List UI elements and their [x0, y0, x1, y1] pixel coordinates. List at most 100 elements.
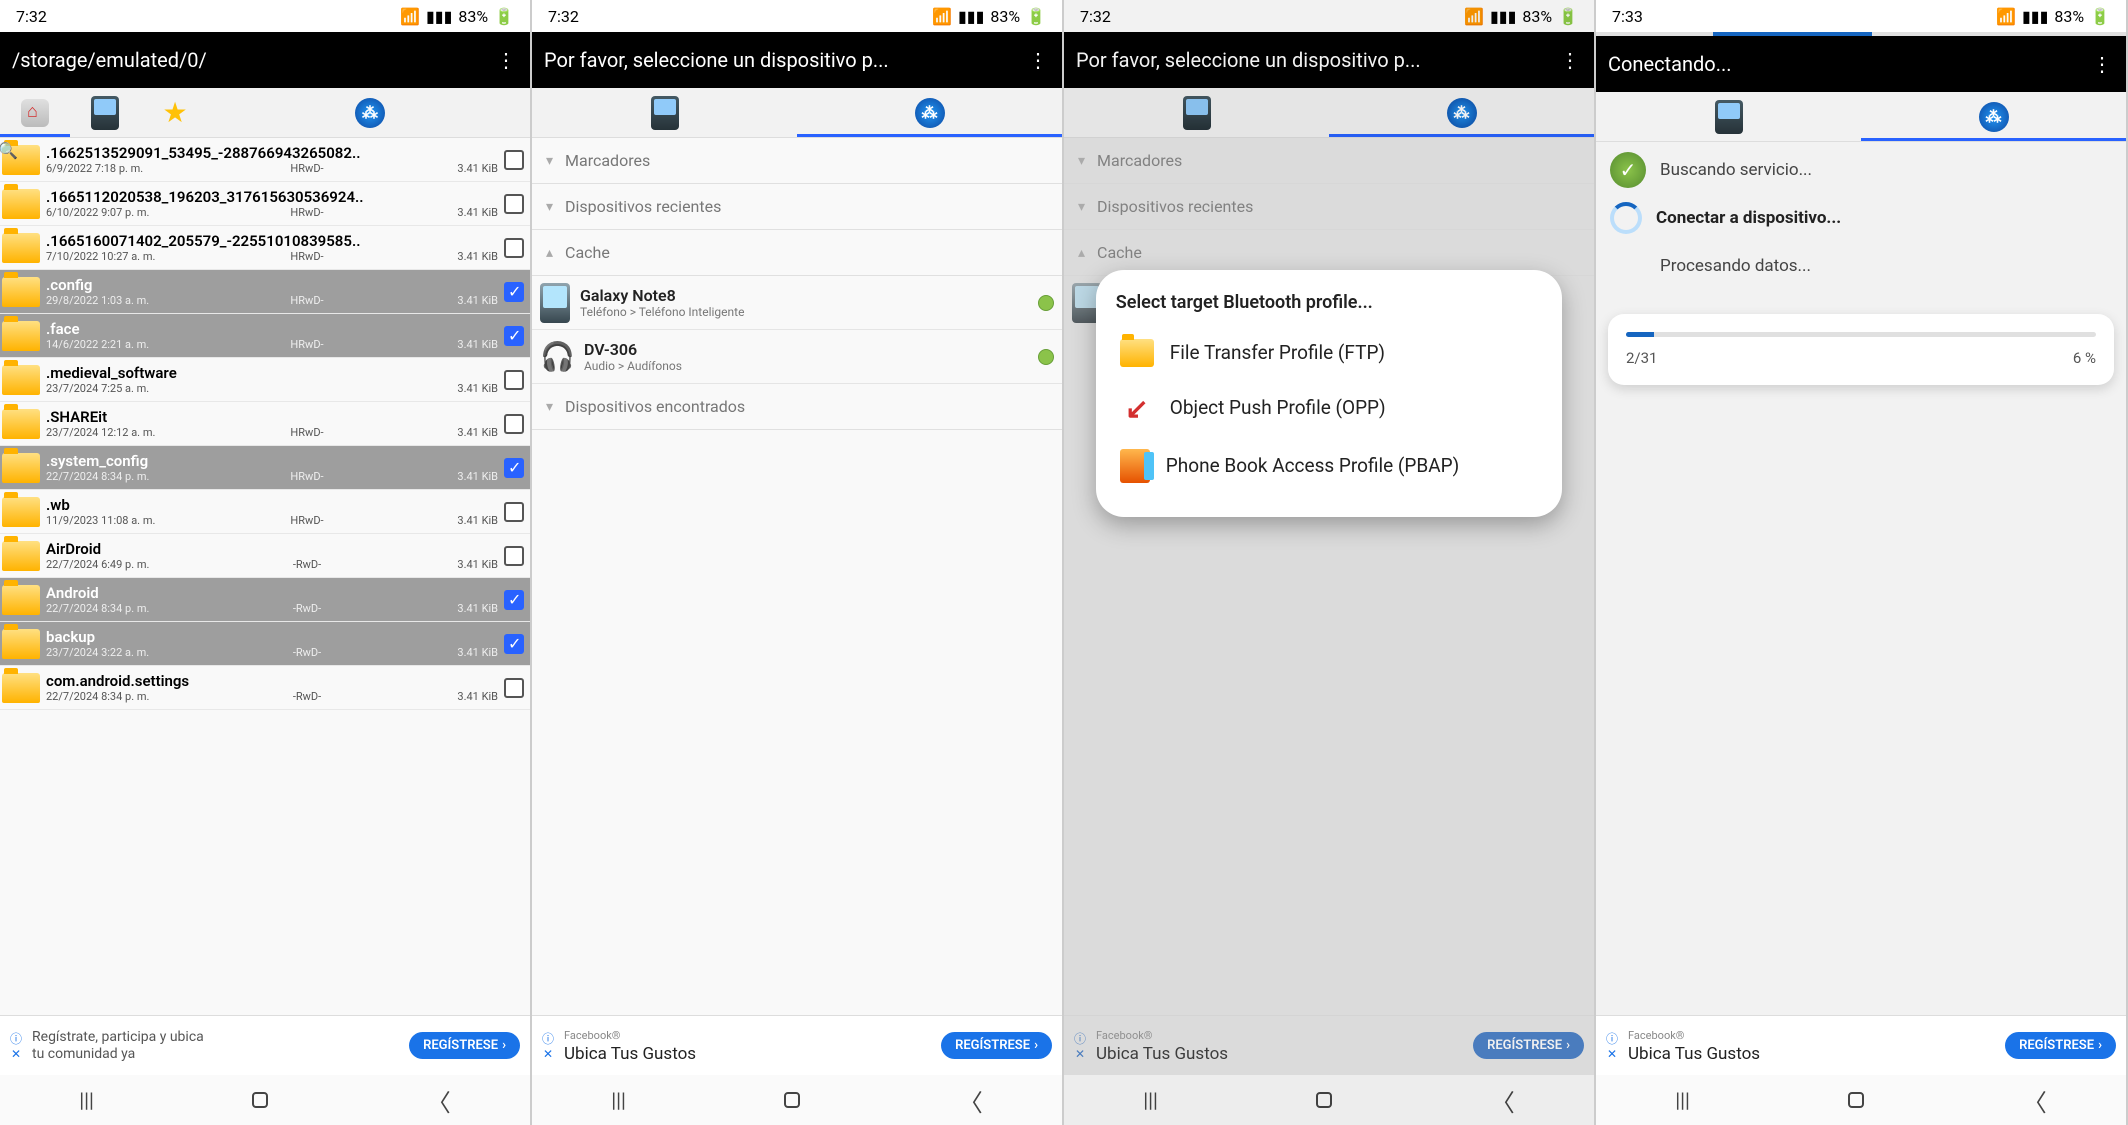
file-size: 3.41 KiB: [428, 250, 498, 263]
file-size: 3.41 KiB: [428, 426, 498, 439]
folder-icon: [2, 629, 40, 659]
file-row[interactable]: .1662513529091_53495_-288766943265082..6…: [0, 138, 530, 182]
ad-info-icon[interactable]: ⓘ✕: [10, 1030, 22, 1061]
tab-home[interactable]: [0, 88, 70, 137]
nav-recents[interactable]: |||: [1675, 1088, 1690, 1112]
ad-cta-button[interactable]: REGÍSTRESE ›: [941, 1032, 1052, 1059]
status-time: 7:32: [16, 7, 47, 26]
file-date: 23/7/2024 12:12 a. m.: [46, 426, 186, 439]
ad-cta-button[interactable]: REGÍSTRESE ›: [2005, 1032, 2116, 1059]
nav-home[interactable]: [784, 1092, 800, 1108]
file-checkbox[interactable]: [504, 370, 524, 390]
tab-bluetooth[interactable]: ⁂: [797, 88, 1062, 137]
title-bar: Conectando... ⋮: [1596, 36, 2126, 92]
file-row[interactable]: AirDroid22/7/2024 6:49 p. m.-RwD-3.41 Ki…: [0, 534, 530, 578]
file-perm: -RwD-: [186, 690, 428, 703]
ad-cta-button[interactable]: REGÍSTRESE ›: [409, 1032, 520, 1059]
file-row[interactable]: .SHAREit23/7/2024 12:12 a. m.HRwD-3.41 K…: [0, 402, 530, 446]
signal-icon: ▮▮▮: [2022, 7, 2048, 26]
file-size: 3.41 KiB: [428, 514, 498, 527]
file-row[interactable]: com.android.settings22/7/2024 8:34 p. m.…: [0, 666, 530, 710]
file-checkbox[interactable]: [504, 282, 524, 302]
file-checkbox[interactable]: [504, 414, 524, 434]
section-found[interactable]: ▾Dispositivos encontrados: [532, 384, 1062, 430]
step-label: Buscando servicio...: [1660, 160, 1812, 180]
section-cache[interactable]: ▴Cache: [532, 230, 1062, 276]
file-checkbox[interactable]: [504, 194, 524, 214]
nav-home[interactable]: [252, 1092, 268, 1108]
file-row[interactable]: backup23/7/2024 3:22 a. m.-RwD-3.41 KiB: [0, 622, 530, 666]
tab-favorites[interactable]: ★: [140, 88, 210, 137]
chevron-up-icon: ▴: [546, 245, 553, 261]
folder-icon: [2, 233, 40, 263]
file-size: 3.41 KiB: [428, 690, 498, 703]
dialog-overlay[interactable]: Select target Bluetooth profile... File …: [1064, 0, 1594, 1125]
nav-recents[interactable]: |||: [79, 1088, 94, 1112]
file-row[interactable]: .face14/6/2022 2:21 a. m.HRwD-3.41 KiB: [0, 314, 530, 358]
file-row[interactable]: .1665112020538_196203_317615630536924..6…: [0, 182, 530, 226]
profile-option[interactable]: File Transfer Profile (FTP): [1116, 327, 1542, 379]
tab-bluetooth[interactable]: ⁂: [210, 88, 530, 137]
ad-banner[interactable]: ⓘ✕ Facebook®Ubica Tus Gustos REGÍSTRESE …: [532, 1015, 1062, 1075]
ad-info-icon[interactable]: ⓘ✕: [1606, 1030, 1618, 1061]
file-checkbox[interactable]: [504, 458, 524, 478]
nav-back[interactable]: 〈: [2023, 1083, 2047, 1118]
overflow-menu[interactable]: ⋮: [494, 48, 518, 72]
file-name: .config: [46, 276, 498, 294]
nav-recents[interactable]: |||: [611, 1088, 626, 1112]
tab-device[interactable]: [1596, 92, 1861, 141]
file-list[interactable]: .1662513529091_53495_-288766943265082..6…: [0, 138, 530, 1015]
file-date: 22/7/2024 8:34 p. m.: [46, 690, 186, 703]
device-row[interactable]: Galaxy Note8Teléfono > Teléfono Intelige…: [532, 276, 1062, 330]
file-row[interactable]: .wb11/9/2023 11:08 a. m.HRwD-3.41 KiB: [0, 490, 530, 534]
tab-device[interactable]: [532, 88, 797, 137]
file-size: 3.41 KiB: [428, 470, 498, 483]
section-bookmarks[interactable]: ▾Marcadores: [532, 138, 1062, 184]
file-checkbox[interactable]: [504, 150, 524, 170]
file-size: 3.41 KiB: [428, 602, 498, 615]
file-row[interactable]: Android22/7/2024 8:34 p. m.-RwD-3.41 KiB: [0, 578, 530, 622]
tab-device[interactable]: [70, 88, 140, 137]
tab-bar: ★ ⁂: [0, 88, 530, 138]
phone-2: 7:32 📶▮▮▮83%🔋 Por favor, seleccione un d…: [532, 0, 1064, 1125]
nav-back[interactable]: 〈: [427, 1083, 451, 1118]
tab-bar: ⁂: [532, 88, 1062, 138]
ad-banner[interactable]: ⓘ✕ Regístrate, participa y ubicatu comun…: [0, 1015, 530, 1075]
overflow-menu[interactable]: ⋮: [1026, 48, 1050, 72]
file-checkbox[interactable]: [504, 634, 524, 654]
device-list: Galaxy Note8Teléfono > Teléfono Intelige…: [532, 276, 1062, 384]
folder-icon: [1120, 339, 1154, 367]
folder-icon: [2, 673, 40, 703]
file-checkbox[interactable]: [504, 238, 524, 258]
profile-option[interactable]: Object Push Profile (OPP): [1116, 379, 1542, 437]
chevron-down-icon: ▾: [546, 153, 553, 169]
file-size: 3.41 KiB: [428, 206, 498, 219]
file-checkbox[interactable]: [504, 326, 524, 346]
file-name: Android: [46, 584, 498, 602]
chevron-down-icon: ▾: [546, 399, 553, 415]
ad-info-icon[interactable]: ⓘ✕: [542, 1030, 554, 1061]
page-title: Conectando...: [1608, 52, 2090, 76]
tab-bar: ⁂: [1596, 92, 2126, 142]
dialog-title: Select target Bluetooth profile...: [1116, 292, 1542, 313]
file-checkbox[interactable]: [504, 502, 524, 522]
folder-icon: [2, 585, 40, 615]
device-row[interactable]: DV-306Audio > Audífonos: [532, 330, 1062, 384]
nav-back[interactable]: 〈: [959, 1083, 983, 1118]
file-row[interactable]: .1665160071402_205579_-22551010839585..7…: [0, 226, 530, 270]
file-row[interactable]: .medieval_software23/7/2024 7:25 a. m.3.…: [0, 358, 530, 402]
ad-banner[interactable]: ⓘ✕ Facebook®Ubica Tus Gustos REGÍSTRESE …: [1596, 1015, 2126, 1075]
file-row[interactable]: .config29/8/2022 1:03 a. m.HRwD-3.41 KiB: [0, 270, 530, 314]
profile-option[interactable]: Phone Book Access Profile (PBAP): [1116, 437, 1542, 495]
nav-home[interactable]: [1848, 1092, 1864, 1108]
file-size: 3.41 KiB: [428, 382, 498, 395]
phone-3: 7:32 📶▮▮▮83%🔋 Por favor, seleccione un d…: [1064, 0, 1596, 1125]
file-checkbox[interactable]: [504, 546, 524, 566]
section-recent[interactable]: ▾Dispositivos recientes: [532, 184, 1062, 230]
file-checkbox[interactable]: [504, 678, 524, 698]
file-size: 3.41 KiB: [428, 162, 498, 175]
tab-bluetooth[interactable]: ⁂: [1861, 92, 2126, 141]
overflow-menu[interactable]: ⋮: [2090, 52, 2114, 76]
file-checkbox[interactable]: [504, 590, 524, 610]
file-row[interactable]: .system_config22/7/2024 8:34 p. m.HRwD-3…: [0, 446, 530, 490]
